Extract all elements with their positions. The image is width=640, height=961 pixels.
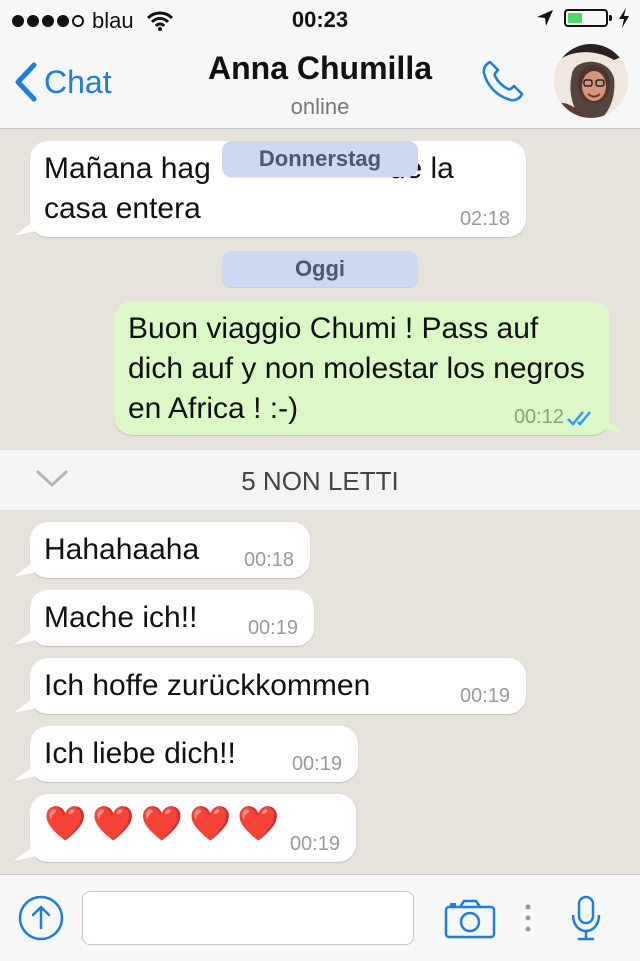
message-time: 02:18 <box>459 208 510 230</box>
call-button[interactable] <box>478 58 526 111</box>
location-arrow-icon <box>537 10 553 26</box>
message-list[interactable]: Mañana hag de la casa entera 02:18 Donner… <box>0 129 640 874</box>
day-separator-sticky: Donnerstag <box>222 141 418 177</box>
message-text: Hahahaaha <box>44 533 200 566</box>
message-time: 00:19 <box>459 685 510 707</box>
presence-status: online <box>290 94 350 119</box>
more-dots-icon <box>525 904 531 932</box>
charging-bolt-icon <box>619 8 629 28</box>
message-bubble-incoming[interactable]: Hahahaaha 00:18 <box>30 522 310 578</box>
message-time: 00:19 <box>289 833 340 855</box>
message-text: Ich hoffe zurückkommen <box>44 669 371 702</box>
message-text: casa entera <box>44 192 201 225</box>
share-button[interactable] <box>18 895 64 946</box>
message-text: Ich liebe dich!! <box>44 737 236 770</box>
message-bubble-incoming[interactable]: Ich hoffe zurückkommen 00:19 <box>30 658 526 714</box>
composer-bar <box>0 874 640 961</box>
camera-button[interactable] <box>444 899 496 944</box>
unread-banner[interactable]: 5 NON LETTI <box>0 449 640 511</box>
contact-name[interactable]: Anna Chumilla <box>0 50 640 87</box>
arrow-up-circle-icon <box>18 895 64 941</box>
message-time: 00:18 <box>243 549 294 571</box>
voice-record-button[interactable] <box>570 895 602 946</box>
message-time: 00:19 <box>247 617 298 639</box>
message-bubble-incoming[interactable]: ❤️❤️❤️❤️❤️ 00:19 <box>30 794 356 862</box>
battery-icon <box>564 9 612 27</box>
message-bubble-outgoing[interactable]: Buon viaggio Chumi ! Pass auf dich auf y… <box>114 301 610 435</box>
message-text: Mache ich!! <box>44 601 198 634</box>
day-separator-today: Oggi <box>222 251 418 287</box>
phone-icon <box>482 60 524 102</box>
message-text: Mañana hag <box>44 152 211 185</box>
contact-avatar[interactable] <box>554 44 628 118</box>
chat-header: Chat Anna Chumilla online <box>0 40 640 129</box>
message-text: ❤️❤️❤️❤️❤️ <box>44 805 286 843</box>
read-receipt-icon <box>567 411 591 426</box>
message-input[interactable] <box>82 891 414 945</box>
message-bubble-incoming[interactable]: Mache ich!! 00:19 <box>30 590 314 646</box>
status-bar: blau 00:23 <box>0 0 640 40</box>
message-time: 00:19 <box>291 753 342 775</box>
message-time: 00:12 <box>513 406 564 428</box>
microphone-icon <box>571 895 601 941</box>
unread-count-text: 5 NON LETTI <box>241 466 399 496</box>
message-bubble-incoming[interactable]: Ich liebe dich!! 00:19 <box>30 726 358 782</box>
camera-icon <box>444 899 496 939</box>
